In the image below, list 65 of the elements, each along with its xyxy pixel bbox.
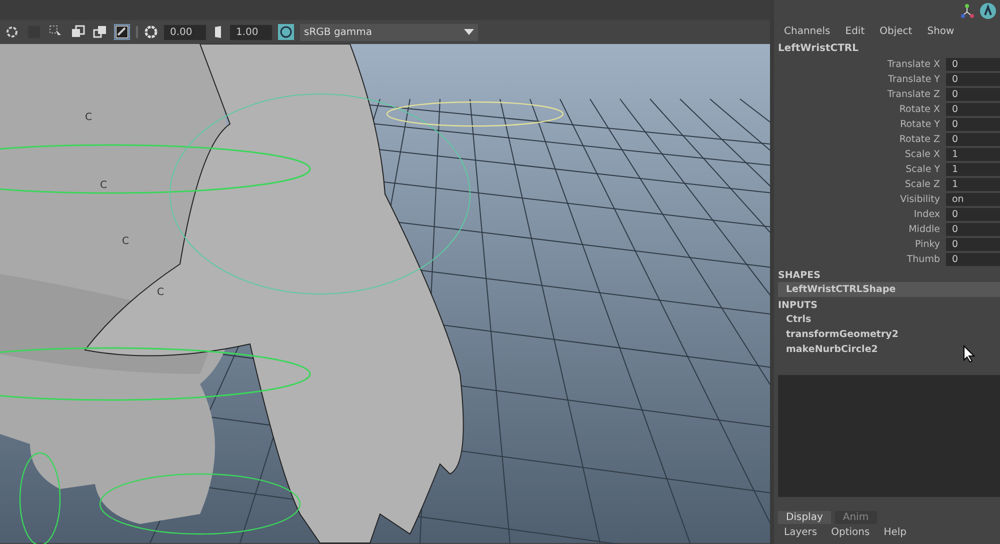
- section-heading: SHAPES: [777, 269, 822, 282]
- locator-label: C: [157, 287, 164, 298]
- locator-label: C: [85, 112, 92, 123]
- gamma-field[interactable]: 1.00: [230, 24, 272, 40]
- locator-label: C: [122, 236, 129, 247]
- channel-value-field[interactable]: 0: [946, 133, 1000, 146]
- menu-item[interactable]: Help: [884, 527, 906, 538]
- channel-label[interactable]: Rotate X: [774, 104, 946, 115]
- color-management-icon[interactable]: [278, 24, 294, 40]
- shape-node[interactable]: LeftWristCTRLShape: [778, 282, 1000, 297]
- viewport[interactable]: C C C C: [0, 44, 770, 544]
- channel-value-field[interactable]: 0: [946, 223, 1000, 236]
- caret-icon: [464, 29, 474, 35]
- ring-tool-icon[interactable]: [4, 24, 20, 40]
- channel-label[interactable]: Translate X: [774, 59, 946, 70]
- control-curve[interactable]: [19, 452, 61, 544]
- channel-label[interactable]: Scale X: [774, 149, 946, 160]
- tab[interactable]: Anim: [834, 511, 877, 524]
- channel-label[interactable]: Rotate Z: [774, 134, 946, 145]
- channel-label[interactable]: Thumb: [774, 254, 946, 265]
- channel-label[interactable]: Translate Y: [774, 74, 946, 85]
- exposure-field[interactable]: 0.00: [164, 24, 206, 40]
- channel-value-field[interactable]: 0: [946, 103, 1000, 116]
- aperture-icon[interactable]: [144, 25, 158, 39]
- selected-control-curve[interactable]: [386, 101, 564, 127]
- menu-item[interactable]: Edit: [845, 26, 865, 36]
- gamma-icon[interactable]: [212, 25, 224, 39]
- control-curve[interactable]: [0, 347, 311, 401]
- channel-label[interactable]: Scale Y: [774, 164, 946, 175]
- channel-label[interactable]: Middle: [774, 224, 946, 235]
- color-space-dropdown[interactable]: sRGB gamma: [300, 24, 478, 40]
- channel-label[interactable]: Translate Z: [774, 89, 946, 100]
- menu-item[interactable]: Options: [831, 527, 870, 538]
- menu-item[interactable]: Object: [880, 26, 912, 36]
- input-node[interactable]: transformGeometry2: [774, 327, 1000, 342]
- channel-value-field[interactable]: 0: [946, 88, 1000, 101]
- mouse-cursor-icon: [963, 345, 975, 363]
- channel-label[interactable]: Rotate Y: [774, 119, 946, 130]
- object-name: LeftWristCTRL: [777, 42, 860, 56]
- channel-value-field[interactable]: 0: [946, 118, 1000, 131]
- channel-value-field[interactable]: 0: [946, 208, 1000, 221]
- channel-label[interactable]: Visibility: [774, 194, 946, 205]
- tab[interactable]: Display: [778, 511, 831, 524]
- locator-label: C: [100, 180, 107, 191]
- overlap-tool-icon[interactable]: [70, 24, 86, 40]
- menu-item[interactable]: Show: [927, 26, 954, 36]
- channel-value-field[interactable]: 0: [946, 58, 1000, 71]
- channel-label[interactable]: Pinky: [774, 239, 946, 250]
- channel-value-field[interactable]: 1: [946, 148, 1000, 161]
- axis-icon[interactable]: [960, 4, 974, 18]
- channel-value-field[interactable]: 0: [946, 73, 1000, 86]
- input-node[interactable]: Ctrls: [774, 312, 1000, 327]
- channel-value-field[interactable]: 0: [946, 238, 1000, 251]
- control-curve[interactable]: [99, 473, 301, 535]
- menu-item[interactable]: Layers: [784, 527, 818, 538]
- help-icon[interactable]: [980, 3, 996, 19]
- channel-value-field[interactable]: 1: [946, 178, 1000, 191]
- input-node[interactable]: makeNurbCircle2: [774, 342, 1000, 357]
- channel-value-field[interactable]: on: [946, 193, 1000, 206]
- menu-item[interactable]: Channels: [784, 26, 830, 36]
- channel-label[interactable]: Index: [774, 209, 946, 220]
- channel-value-field[interactable]: 1: [946, 163, 1000, 176]
- channel-value-field[interactable]: 0: [946, 253, 1000, 266]
- channel-label[interactable]: Scale Z: [774, 179, 946, 190]
- section-heading: INPUTS: [777, 299, 818, 312]
